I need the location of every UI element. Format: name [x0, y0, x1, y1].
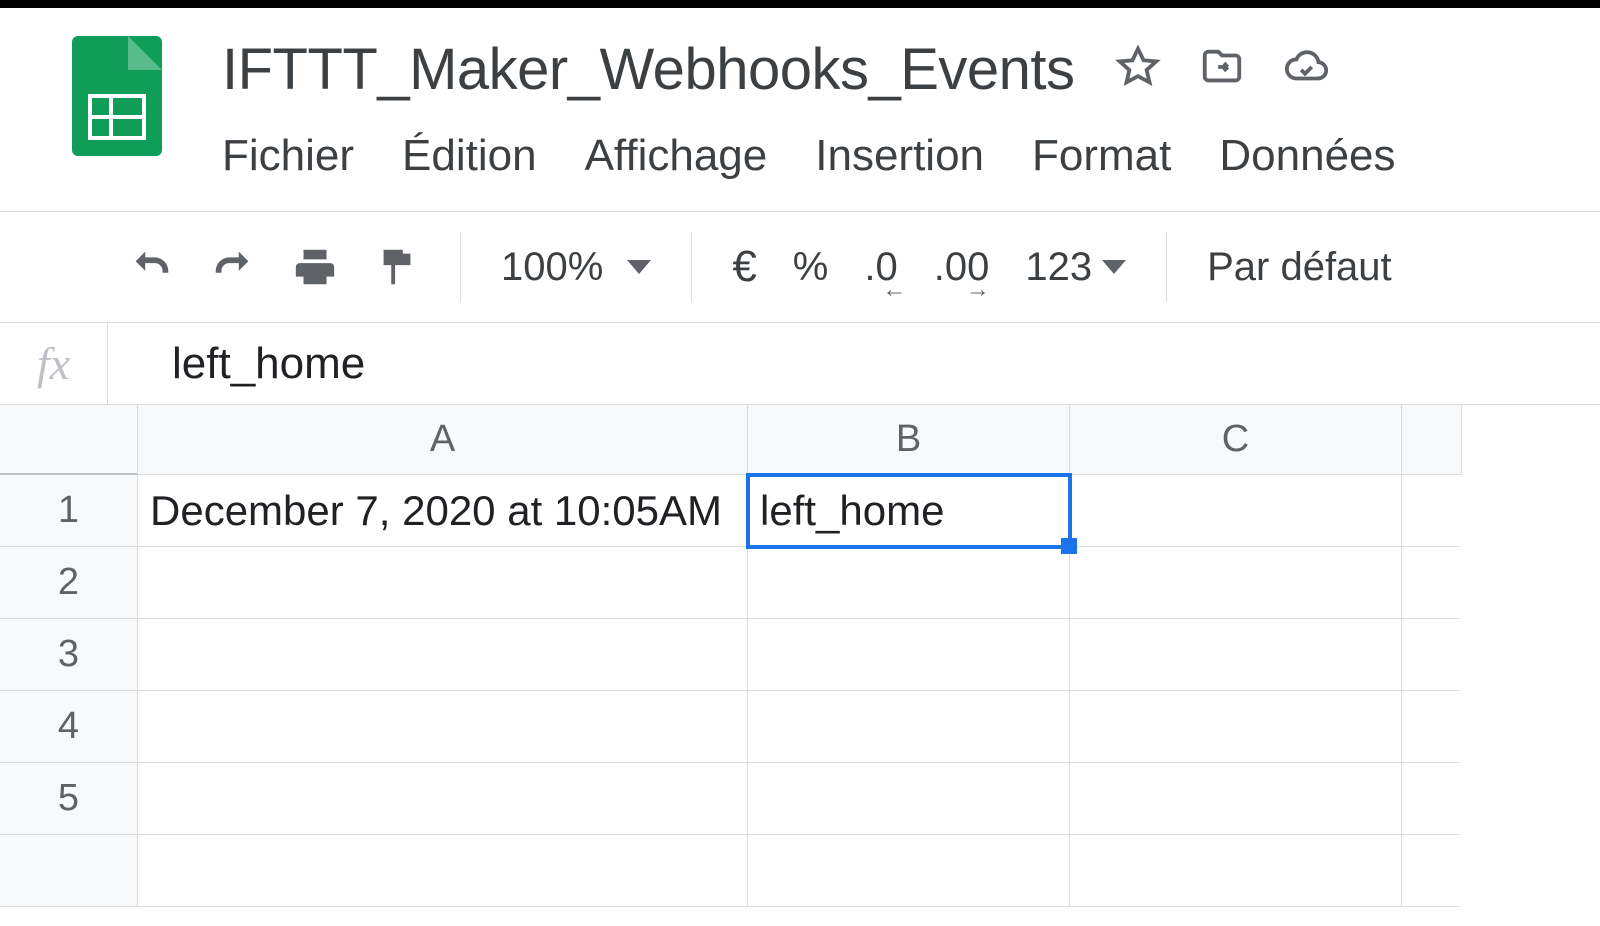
menu-format[interactable]: Format: [1032, 131, 1171, 181]
cell-B2[interactable]: [748, 547, 1070, 619]
currency-format-button[interactable]: €: [732, 242, 756, 292]
fx-label: fx: [0, 323, 108, 404]
spreadsheet-grid: A B C 1 December 7, 2020 at 10:05AM left…: [0, 405, 1600, 907]
cell-C4[interactable]: [1070, 691, 1402, 763]
cell-B6[interactable]: [748, 835, 1070, 907]
row-header-4[interactable]: 4: [0, 691, 138, 763]
cell-B1-value: left_home: [760, 487, 944, 535]
cell-D2[interactable]: [1402, 547, 1460, 619]
document-title[interactable]: IFTTT_Maker_Webhooks_Events: [222, 36, 1075, 103]
sheets-logo-icon[interactable]: [72, 36, 162, 156]
cell-B3[interactable]: [748, 619, 1070, 691]
cell-A1[interactable]: December 7, 2020 at 10:05AM: [138, 475, 748, 547]
column-header-extra[interactable]: [1402, 405, 1462, 475]
paint-format-button[interactable]: [374, 244, 420, 290]
window-top-border: [0, 0, 1600, 8]
column-header-C[interactable]: C: [1070, 405, 1402, 475]
percent-format-button[interactable]: %: [793, 245, 829, 290]
caret-down-icon: [627, 260, 651, 274]
row-header-3[interactable]: 3: [0, 619, 138, 691]
cell-A5[interactable]: [138, 763, 748, 835]
cell-C6[interactable]: [1070, 835, 1402, 907]
cell-D6[interactable]: [1402, 835, 1460, 907]
move-to-folder-icon[interactable]: [1199, 44, 1245, 95]
cell-B1[interactable]: left_home: [748, 475, 1070, 547]
selection-fill-handle[interactable]: [1061, 538, 1077, 554]
select-all-corner[interactable]: [0, 405, 138, 475]
row-header-1[interactable]: 1: [0, 475, 138, 547]
cell-C2[interactable]: [1070, 547, 1402, 619]
menu-edit[interactable]: Édition: [402, 131, 537, 181]
menubar: Fichier Édition Affichage Insertion Form…: [222, 131, 1600, 181]
column-header-B[interactable]: B: [748, 405, 1070, 475]
increase-decimal-button[interactable]: .00→: [934, 245, 990, 290]
cell-D1[interactable]: [1402, 475, 1460, 547]
print-button[interactable]: [292, 244, 338, 290]
caret-down-icon: [1102, 260, 1126, 274]
star-icon[interactable]: [1115, 44, 1161, 95]
redo-button[interactable]: [210, 244, 256, 290]
row-header-6[interactable]: [0, 835, 138, 907]
cell-A6[interactable]: [138, 835, 748, 907]
menu-insert[interactable]: Insertion: [815, 131, 984, 181]
decrease-decimal-button[interactable]: .0←: [864, 245, 897, 290]
cell-C1[interactable]: [1070, 475, 1402, 547]
cell-A2[interactable]: [138, 547, 748, 619]
cell-D5[interactable]: [1402, 763, 1460, 835]
toolbar: 100% € % .0← .00→ 123 Par défaut: [0, 212, 1600, 322]
formula-input[interactable]: left_home: [108, 323, 1600, 404]
row-header-5[interactable]: 5: [0, 763, 138, 835]
cell-B4[interactable]: [748, 691, 1070, 763]
undo-button[interactable]: [128, 244, 174, 290]
cloud-status-icon[interactable]: [1283, 44, 1329, 95]
cell-D3[interactable]: [1402, 619, 1460, 691]
cell-C5[interactable]: [1070, 763, 1402, 835]
cell-A3[interactable]: [138, 619, 748, 691]
menu-file[interactable]: Fichier: [222, 131, 354, 181]
column-header-A[interactable]: A: [138, 405, 748, 475]
menu-data[interactable]: Données: [1219, 131, 1395, 181]
cell-B5[interactable]: [748, 763, 1070, 835]
cell-C3[interactable]: [1070, 619, 1402, 691]
menu-view[interactable]: Affichage: [585, 131, 768, 181]
cell-D4[interactable]: [1402, 691, 1460, 763]
cell-A4[interactable]: [138, 691, 748, 763]
formula-bar: fx left_home: [0, 323, 1600, 405]
header: IFTTT_Maker_Webhooks_Events Fichier Édit…: [0, 8, 1600, 181]
more-formats-dropdown[interactable]: 123: [1025, 245, 1126, 290]
zoom-dropdown[interactable]: 100%: [501, 245, 651, 290]
row-header-2[interactable]: 2: [0, 547, 138, 619]
font-family-dropdown[interactable]: Par défaut: [1207, 245, 1392, 290]
